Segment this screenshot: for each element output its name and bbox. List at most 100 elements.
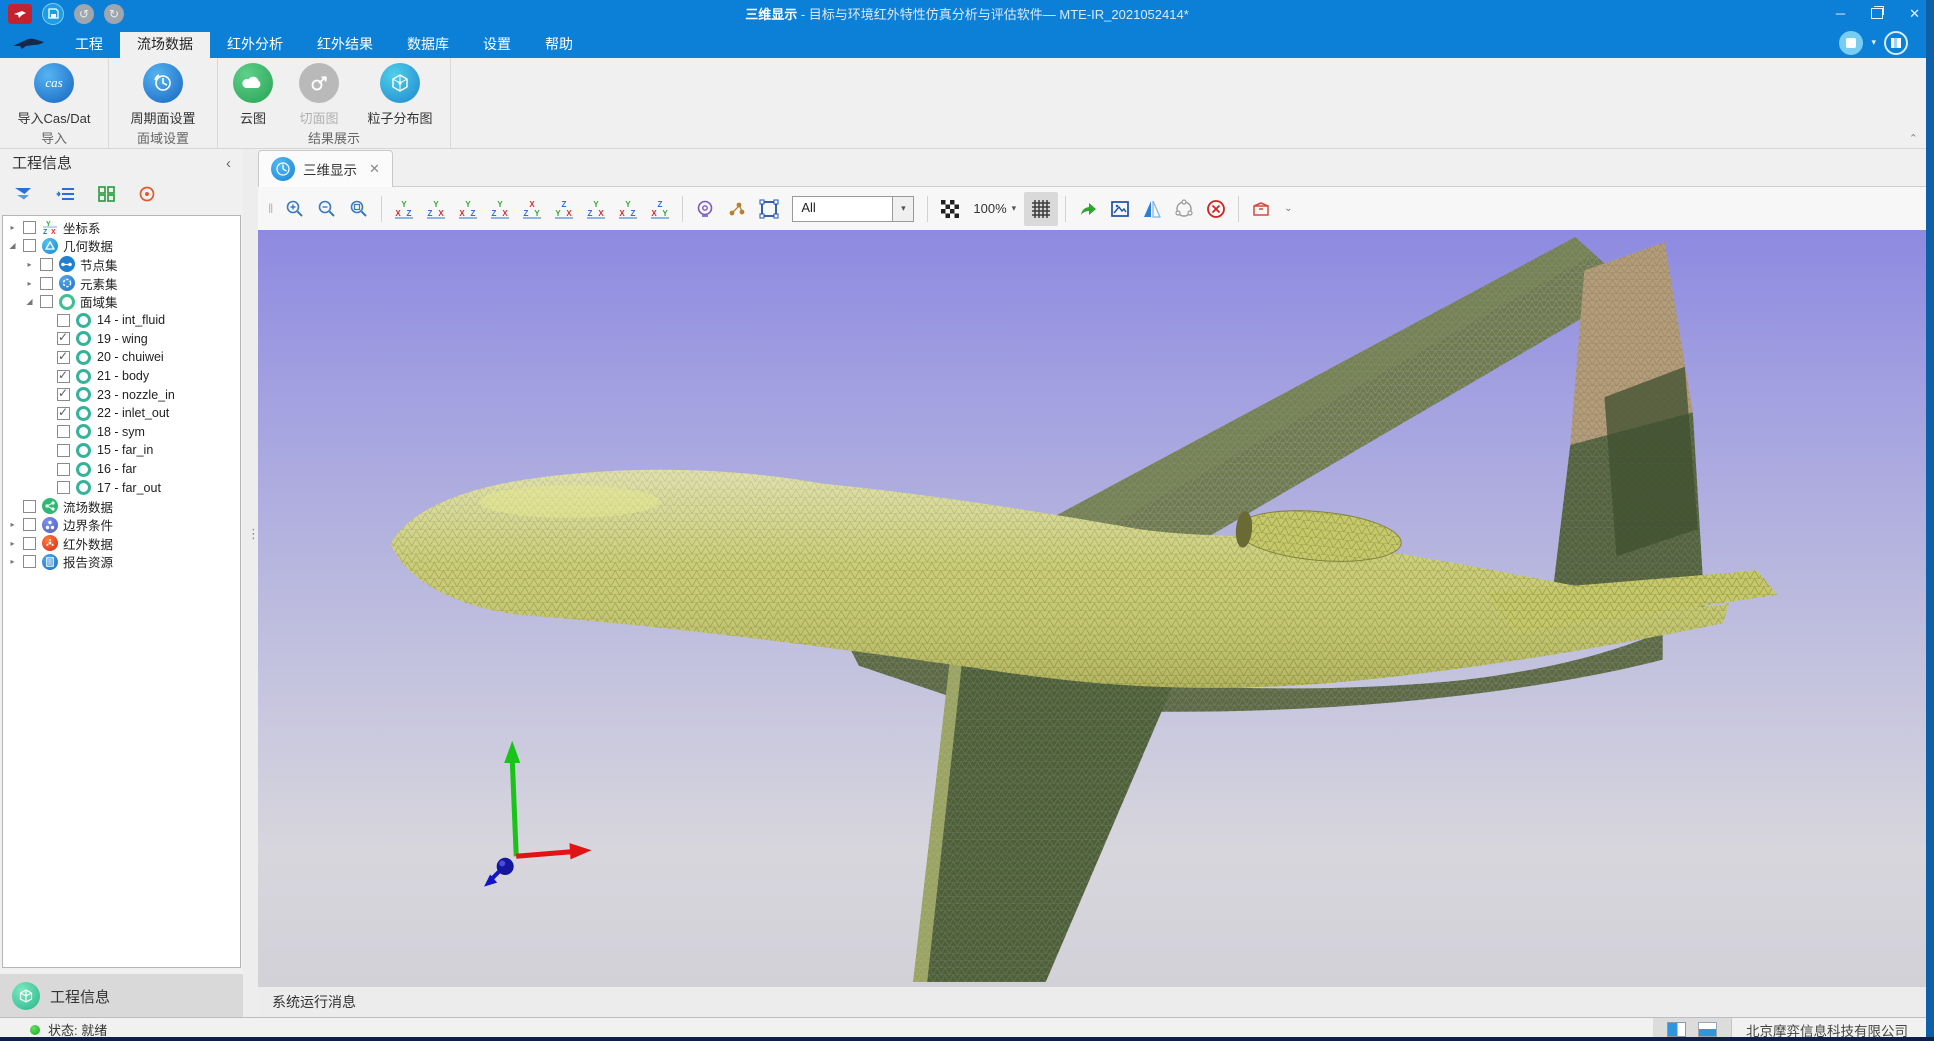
tree-item[interactable]: 22 - inlet_out <box>3 404 240 423</box>
visibility-checkbox[interactable] <box>57 407 70 420</box>
tree-item[interactable]: 19 - wing <box>3 330 240 349</box>
ribbon-collapse-chevron[interactable]: ⌃ <box>1909 132 1918 145</box>
tree-item[interactable]: ▸红外数据 <box>3 534 240 553</box>
project-info-footer-button[interactable]: 工程信息 <box>0 974 243 1018</box>
view-orientation-button-9[interactable]: ZXY <box>645 194 675 224</box>
visibility-checkbox[interactable] <box>57 314 70 327</box>
view-orientation-button-5[interactable]: XZY <box>517 194 547 224</box>
expander-icon[interactable]: ▸ <box>24 260 35 269</box>
visibility-checkbox[interactable] <box>40 258 53 271</box>
slice-plane-button[interactable]: 切面图 <box>284 63 354 127</box>
display-filter-combobox[interactable]: All ▾ <box>792 196 914 222</box>
view-orientation-button-7[interactable]: YZX <box>581 194 611 224</box>
visibility-checkbox[interactable] <box>57 370 70 383</box>
visibility-checkbox[interactable] <box>57 351 70 364</box>
tree-item[interactable]: ◢几何数据 <box>3 237 240 256</box>
minimize-button[interactable]: ─ <box>1836 6 1845 21</box>
redo-button[interactable]: ↻ <box>104 4 124 24</box>
undo-button[interactable]: ↺ <box>74 4 94 24</box>
close-button[interactable]: ✕ <box>1909 6 1920 22</box>
menu-item-help[interactable]: 帮助 <box>528 32 590 58</box>
particle-trace-button[interactable] <box>722 194 752 224</box>
zoom-fit-button[interactable] <box>344 194 374 224</box>
visibility-checkbox[interactable] <box>57 332 70 345</box>
tree-item[interactable]: 18 - sym <box>3 423 240 442</box>
grid-view-icon[interactable] <box>98 186 116 207</box>
panel-splitter[interactable]: ⋮ <box>243 149 258 1018</box>
app-button[interactable] <box>8 4 32 24</box>
save-scene-button[interactable] <box>1246 194 1276 224</box>
view-orientation-button-4[interactable]: YZX <box>485 194 515 224</box>
layout-button[interactable] <box>1884 31 1908 55</box>
zoom-level-dropdown[interactable]: 100% ▾ <box>973 201 1016 216</box>
tree-item[interactable]: ▸报告资源 <box>3 553 240 572</box>
layout-left-icon[interactable] <box>1667 1022 1686 1037</box>
grid-toggle-button[interactable] <box>1024 192 1058 226</box>
snapshot-button[interactable] <box>1105 194 1135 224</box>
save-button[interactable] <box>42 3 64 25</box>
tree-item[interactable]: 17 - far_out <box>3 478 240 497</box>
filter-icon[interactable] <box>14 186 34 207</box>
menu-item-project[interactable]: 工程 <box>58 32 120 58</box>
tree-item[interactable]: ▸节点集 <box>3 255 240 274</box>
toolbar-grip[interactable]: ‖ <box>268 201 274 216</box>
tree-item[interactable]: ▸边界条件 <box>3 516 240 535</box>
visibility-checkbox[interactable] <box>40 277 53 290</box>
visibility-checkbox[interactable] <box>57 425 70 438</box>
visibility-checkbox[interactable] <box>23 537 36 550</box>
expander-icon[interactable]: ▸ <box>7 539 18 548</box>
tree-item[interactable]: ◢面域集 <box>3 292 240 311</box>
smooth-shading-button[interactable] <box>1169 194 1199 224</box>
tree-item[interactable]: 20 - chuiwei <box>3 348 240 367</box>
view-orientation-button-3[interactable]: YXZ <box>453 194 483 224</box>
visibility-checkbox[interactable] <box>57 481 70 494</box>
periodic-face-button[interactable]: 周期面设置 <box>113 63 213 127</box>
box-select-button[interactable] <box>754 194 784 224</box>
export-button[interactable] <box>1073 194 1103 224</box>
zoom-in-button[interactable] <box>280 194 310 224</box>
view-orientation-button-8[interactable]: YXZ <box>613 194 643 224</box>
chevron-down-icon[interactable]: ⌄ <box>1284 203 1292 214</box>
menu-item-flowfield[interactable]: 流场数据 <box>120 32 210 58</box>
mirror-button[interactable] <box>1137 194 1167 224</box>
visibility-checkbox[interactable] <box>23 221 36 234</box>
expander-icon[interactable]: ▸ <box>24 279 35 288</box>
layout-bottom-icon[interactable] <box>1698 1022 1717 1037</box>
restore-button[interactable] <box>1871 8 1883 19</box>
tree-item[interactable]: 流场数据 <box>3 497 240 516</box>
expander-icon[interactable]: ▸ <box>7 557 18 566</box>
menu-item-database[interactable]: 数据库 <box>390 32 466 58</box>
menu-item-ir-analysis[interactable]: 红外分析 <box>210 32 300 58</box>
clear-scene-button[interactable] <box>1201 194 1231 224</box>
visibility-checkbox[interactable] <box>57 463 70 476</box>
tree-item[interactable]: 16 - far <box>3 460 240 479</box>
expander-icon[interactable]: ◢ <box>7 241 18 250</box>
tree-item[interactable]: 15 - far_in <box>3 441 240 460</box>
tree-item[interactable]: 21 - body <box>3 367 240 386</box>
tab-close-icon[interactable]: ✕ <box>369 161 380 177</box>
view-orientation-button-1[interactable]: YXZ <box>389 194 419 224</box>
menu-item-settings[interactable]: 设置 <box>466 32 528 58</box>
visibility-checkbox[interactable] <box>23 500 36 513</box>
expander-icon[interactable]: ◢ <box>24 297 35 306</box>
tab-3d-display[interactable]: 三维显示 ✕ <box>258 150 393 187</box>
combobox-dropdown-button[interactable]: ▾ <box>892 197 913 221</box>
list-view-icon[interactable] <box>56 186 76 207</box>
tree-item[interactable]: ▸元素集 <box>3 274 240 293</box>
expander-icon[interactable]: ▸ <box>7 223 18 232</box>
panel-collapse-button[interactable]: ‹ <box>226 149 231 179</box>
visibility-checkbox[interactable] <box>40 295 53 308</box>
view-orientation-button-2[interactable]: YZX <box>421 194 451 224</box>
viewport-3d[interactable] <box>258 230 1934 986</box>
contour-cloud-button[interactable]: 云图 <box>222 63 284 127</box>
visibility-checkbox[interactable] <box>57 444 70 457</box>
style-button[interactable] <box>1839 31 1863 55</box>
zoom-out-button[interactable] <box>312 194 342 224</box>
chevron-down-icon[interactable]: ▾ <box>1871 37 1876 48</box>
menu-item-ir-results[interactable]: 红外结果 <box>300 32 390 58</box>
tree-item[interactable]: 14 - int_fluid <box>3 311 240 330</box>
visibility-checkbox[interactable] <box>23 518 36 531</box>
tree-item[interactable]: ▸YZX坐标系 <box>3 218 240 237</box>
visibility-checkbox[interactable] <box>23 555 36 568</box>
import-cas-dat-button[interactable]: cas 导入Cas/Dat <box>4 63 104 127</box>
